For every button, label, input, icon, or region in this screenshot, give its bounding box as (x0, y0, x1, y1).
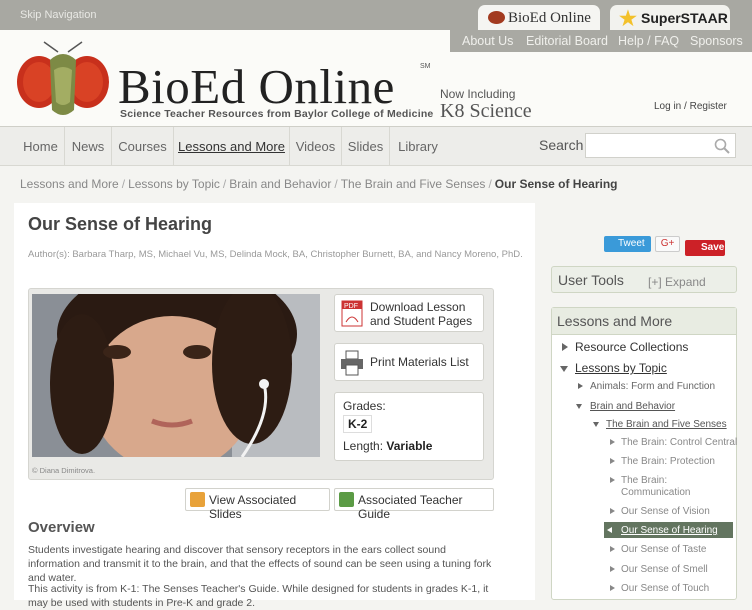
chevron-down-icon[interactable] (560, 366, 568, 372)
nav-slides[interactable]: Slides (342, 127, 390, 165)
svg-text:PDF: PDF (344, 303, 358, 310)
grades-label: Grades: (343, 399, 386, 413)
chevron-right-icon[interactable] (610, 439, 615, 445)
pdf-icon: PDF (341, 300, 363, 327)
nav-home[interactable]: Home (17, 127, 65, 165)
teacher-guide-button[interactable]: Associated Teacher Guide (334, 488, 494, 521)
search-icon[interactable] (714, 138, 730, 154)
fly-icon (488, 11, 505, 24)
breadcrumb: Lessons and More / Lessons by Topic / Brain … (20, 177, 618, 191)
nav-lessons-and-more[interactable]: Lessons and More (174, 127, 290, 165)
tree-animals[interactable]: Animals: Form and Function (590, 381, 715, 392)
tab-bioed-label: BioEd Online (508, 10, 591, 26)
chevron-right-icon[interactable] (562, 343, 568, 351)
tree-five-senses[interactable]: The Brain and Five Senses (606, 419, 727, 430)
chevron-right-icon[interactable] (610, 585, 615, 591)
tree-vision[interactable]: Our Sense of Vision (621, 506, 710, 517)
printer-icon (341, 350, 363, 376)
crumb-five-senses[interactable]: The Brain and Five Senses (341, 177, 486, 191)
tree-touch[interactable]: Our Sense of Touch (621, 583, 709, 594)
nav-courses[interactable]: Courses (112, 127, 174, 165)
user-tools-title: User Tools (558, 272, 624, 288)
tree-smell[interactable]: Our Sense of Smell (621, 564, 708, 575)
chevron-right-icon[interactable] (610, 508, 615, 514)
fly-logo-icon (17, 41, 109, 115)
teacher-guide-icon (339, 492, 354, 507)
k8-science-logo[interactable]: K8 Science (440, 100, 532, 123)
chevron-right-icon[interactable] (610, 458, 615, 464)
chevron-down-icon[interactable] (576, 404, 582, 409)
print-materials-label: Print Materials List (370, 355, 469, 369)
tree-taste[interactable]: Our Sense of Taste (621, 544, 706, 555)
tab-super-label: SuperSTAAR (641, 10, 728, 26)
overview-paragraph: Students investigate hearing and discove… (28, 544, 492, 584)
overview-source-paragraph: This activity is from K-1: The Senses Te… (28, 583, 489, 609)
save-label: Save (701, 242, 725, 253)
tab-bioed-online[interactable]: BioEd Online (478, 5, 600, 30)
tree-communication[interactable]: The Brain: Communication (621, 475, 731, 499)
chevron-down-icon[interactable] (593, 422, 599, 427)
page-title: Our Sense of Hearing (28, 214, 213, 234)
tree-brain-behavior[interactable]: Brain and Behavior (590, 401, 675, 412)
tab-superstaar[interactable]: ★ SuperSTAAR (610, 5, 730, 30)
crumb-brain-and-behavior[interactable]: Brain and Behavior (229, 177, 331, 191)
tree-lessons-by-topic[interactable]: Lessons by Topic (575, 361, 667, 375)
brand-name[interactable]: BioEd Online (118, 62, 395, 111)
grades-box: Grades: K-2 Length: Variable (334, 392, 484, 461)
tree-resource-collections[interactable]: Resource Collections (575, 340, 688, 354)
tree-protection[interactable]: The Brain: Protection (621, 456, 715, 467)
length-label: Length: (343, 439, 384, 453)
crumb-current: Our Sense of Hearing (494, 177, 618, 191)
sponsors-link[interactable]: Sponsors (690, 34, 743, 48)
about-us-link[interactable]: About Us (462, 34, 513, 48)
service-mark: SM (420, 63, 431, 70)
lam-title: Lessons and More (557, 313, 673, 329)
user-tools-panel[interactable]: User Tools [+] Expand (551, 266, 737, 293)
tree-hearing[interactable]: Our Sense of Hearing (621, 525, 718, 536)
account-links: Log in / Register (654, 101, 727, 112)
chevron-right-icon[interactable] (578, 383, 583, 389)
slides-icon (190, 492, 205, 507)
crumb-lessons-by-topic[interactable]: Lessons by Topic (128, 177, 220, 191)
brand-tagline: Science Teacher Resources from Baylor Co… (120, 108, 434, 120)
chevron-right-icon[interactable] (610, 566, 615, 572)
chevron-right-icon[interactable] (610, 477, 615, 483)
length-info: Length: Variable (343, 439, 432, 453)
skip-navigation-link[interactable]: Skip Navigation (20, 9, 96, 21)
nav-videos[interactable]: Videos (290, 127, 342, 165)
authors: Author(s): Barbara Tharp, MS, Michael Vu… (28, 249, 523, 260)
register-link[interactable]: Register (690, 101, 727, 112)
download-lesson-label: Download Lesson and Student Pages (370, 300, 473, 328)
expand-toggle[interactable]: [+] Expand (648, 275, 706, 289)
girl-listening-photo (32, 294, 320, 457)
search-label: Search (539, 137, 584, 153)
crumb-lessons-and-more[interactable]: Lessons and More (20, 177, 119, 191)
nav-news[interactable]: News (65, 127, 112, 165)
length-value: Variable (386, 439, 433, 453)
site-header: About Us Editorial Board Help / FAQ Spon… (0, 30, 752, 127)
utility-bar: About Us Editorial Board Help / FAQ Spon… (450, 30, 752, 52)
download-lesson-button[interactable]: PDF Download Lesson and Student Pages (334, 294, 484, 332)
nav-library[interactable]: Library (390, 127, 446, 165)
login-link[interactable]: Log in (654, 101, 681, 112)
tweet-label: Tweet (618, 238, 645, 249)
tweet-button[interactable]: Tweet (604, 236, 651, 252)
star-icon: ★ (619, 8, 637, 30)
chevron-left-icon (607, 527, 612, 533)
account-slash: / (684, 101, 687, 112)
google-plus-button[interactable]: G+ (655, 236, 680, 252)
view-slides-button[interactable]: View Associated Slides (185, 488, 330, 521)
photo-credit: © Diana Dimitrova. (32, 466, 96, 475)
now-including-label: Now Including (440, 87, 516, 101)
grades-value: K-2 (343, 415, 373, 433)
print-materials-button[interactable]: Print Materials List (334, 343, 484, 381)
overview-heading: Overview (28, 519, 95, 536)
editorial-board-link[interactable]: Editorial Board (526, 34, 608, 48)
help-faq-link[interactable]: Help / FAQ (618, 34, 679, 48)
chevron-right-icon[interactable] (610, 546, 615, 552)
pinterest-save-button[interactable]: Save (685, 240, 725, 256)
lam-header: Lessons and More (552, 308, 736, 335)
tree-control-central[interactable]: The Brain: Control Central (621, 437, 737, 448)
